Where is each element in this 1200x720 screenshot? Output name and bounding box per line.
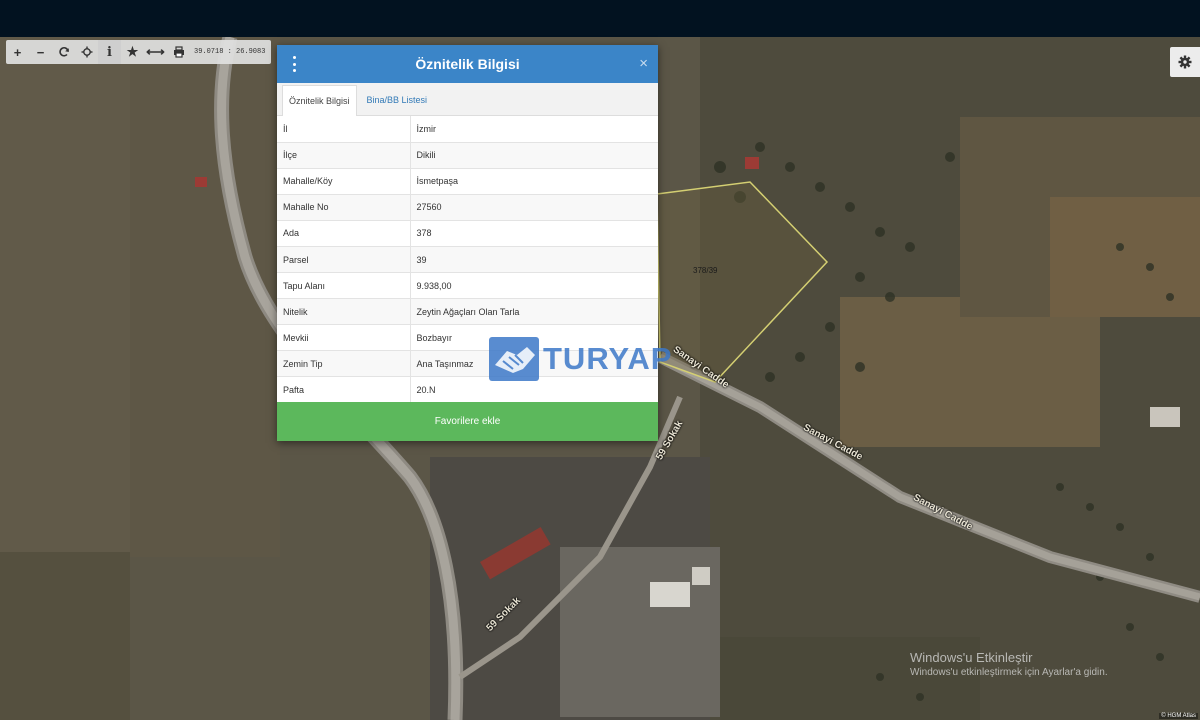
table-row: Mahalle No 27560 — [277, 194, 658, 221]
tab-building-list[interactable]: Bina/BB Listesi — [361, 85, 434, 115]
table-row: Nitelik Zeytin Ağaçları Olan Tarla — [277, 298, 658, 326]
attribute-key: Ada — [277, 220, 411, 247]
info-button[interactable]: i — [98, 40, 121, 64]
attribute-key: Mahalle No — [277, 194, 411, 221]
add-to-favorites-button[interactable]: Favorilere ekle — [277, 402, 658, 441]
locate-icon — [81, 46, 92, 58]
attribute-key: İl — [277, 116, 411, 143]
refresh-icon — [58, 47, 69, 57]
attribute-key: Parsel — [277, 246, 411, 274]
attribute-key: Mevkii — [277, 324, 411, 352]
attribute-key: Pafta — [277, 376, 411, 404]
attribute-value: 39 — [410, 246, 658, 274]
parcel-label[interactable]: 378/39 — [693, 266, 717, 275]
info-icon: i — [107, 44, 112, 60]
windows-activation-notice: Windows'u Etkinleştir Windows'u etkinleş… — [910, 650, 1108, 678]
table-row: İlçe Dikili — [277, 142, 658, 169]
attribute-key: Tapu Alanı — [277, 272, 411, 300]
handshake-icon — [489, 337, 539, 381]
activation-subtitle: Windows'u etkinleştirmek için Ayarlar'a … — [910, 667, 1108, 678]
map-toolbar: + − i ★ ⟷ 39.0718 : 26.9083 — [6, 40, 272, 64]
turyap-watermark: TURYAP — [489, 335, 672, 383]
attribute-key: Zemin Tip — [277, 350, 411, 378]
zoom-in-button[interactable]: + — [6, 40, 29, 64]
attribute-key: İlçe — [277, 142, 411, 169]
table-row: Mahalle/Köy İsmetpaşa — [277, 168, 658, 195]
map-copyright: © HGM Atlas — [1159, 713, 1198, 719]
favorite-button[interactable]: ★ — [121, 40, 144, 64]
settings-button[interactable] — [1170, 47, 1200, 77]
attribute-key: Nitelik — [277, 298, 411, 326]
attribute-value: Dikili — [410, 142, 658, 169]
refresh-button[interactable] — [52, 40, 75, 64]
gear-icon — [1178, 55, 1192, 69]
coordinate-readout: 39.0718 : 26.9083 — [194, 48, 266, 56]
attribute-value: Zeytin Ağaçları Olan Tarla — [410, 298, 658, 326]
measure-icon: ⟷ — [146, 44, 165, 59]
attribute-value: İsmetpaşa — [410, 168, 658, 195]
table-row: Ada 378 — [277, 220, 658, 247]
measure-button[interactable]: ⟷ — [144, 40, 167, 64]
print-icon — [173, 46, 184, 58]
tab-attribute-info[interactable]: Öznitelik Bilgisi — [282, 85, 357, 116]
locate-button[interactable] — [75, 40, 98, 64]
table-row: Parsel 39 — [277, 246, 658, 274]
zoom-in-icon: + — [13, 44, 22, 60]
attribute-value: 9.938,00 — [410, 272, 658, 300]
attribute-value: 27560 — [410, 194, 658, 221]
close-icon[interactable]: × — [639, 55, 648, 72]
top-bar — [0, 0, 1200, 37]
star-icon: ★ — [126, 44, 139, 59]
zoom-out-button[interactable]: − — [29, 40, 52, 64]
panel-title: Öznitelik Bilgisi — [415, 56, 520, 72]
panel-tabs: Öznitelik Bilgisi Bina/BB Listesi — [277, 83, 658, 116]
print-button[interactable] — [167, 40, 190, 64]
activation-title: Windows'u Etkinleştir — [910, 650, 1033, 665]
menu-icon[interactable] — [290, 56, 298, 72]
attribute-value: 378 — [410, 220, 658, 247]
table-row: Tapu Alanı 9.938,00 — [277, 272, 658, 300]
watermark-text: TURYAP — [543, 341, 673, 376]
attribute-value: İzmir — [410, 116, 658, 143]
attribute-key: Mahalle/Köy — [277, 168, 411, 195]
zoom-out-icon: − — [36, 44, 45, 60]
panel-header: Öznitelik Bilgisi × — [277, 45, 658, 83]
table-row: İl İzmir — [277, 116, 658, 143]
